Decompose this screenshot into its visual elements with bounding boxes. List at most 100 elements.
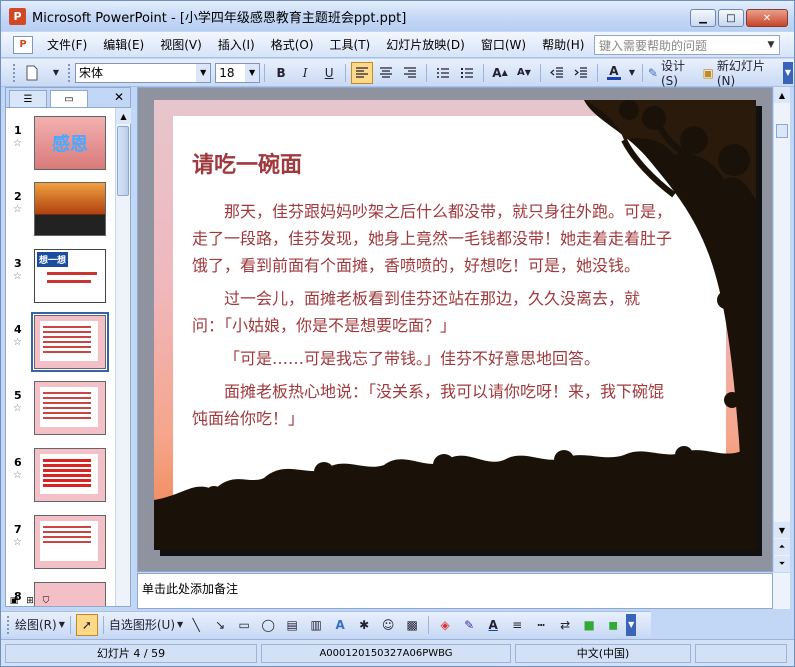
menu-insert[interactable]: 插入(I)	[210, 34, 263, 56]
menu-format[interactable]: 格式(O)	[263, 34, 322, 56]
thumbnail-slide-6[interactable]: 6 ☆	[6, 448, 116, 508]
decrease-font-icon[interactable]: A ▼	[513, 62, 535, 84]
toolbar-grip[interactable]	[13, 63, 16, 82]
menu-slideshow[interactable]: 幻灯片放映(D)	[378, 34, 473, 56]
scroll-up-icon[interactable]: ▲	[774, 87, 790, 103]
scrollbar-thumb[interactable]	[117, 126, 129, 196]
rectangle-icon[interactable]: ▭	[233, 614, 255, 636]
slideshow-icon[interactable]: ⛉	[39, 595, 53, 607]
textbox-icon[interactable]: ▤	[281, 614, 303, 636]
font-color-icon[interactable]: A	[603, 62, 625, 84]
autoshapes-button[interactable]: 自选图形(U) ▼	[109, 614, 183, 636]
slide-sorter-icon[interactable]: ⊞	[23, 595, 37, 607]
new-file-icon[interactable]	[21, 62, 43, 84]
chevron-down-icon[interactable]: ▼	[763, 36, 779, 54]
slide-body-text[interactable]: 那天，佳芬跟妈妈吵架之后什么都没带，就只身往外跑。可是，走了一段路，佳芬发现，她…	[192, 198, 672, 438]
slide-paragraph: 那天，佳芬跟妈妈吵架之后什么都没带，就只身往外跑。可是，走了一段路，佳芬发现，她…	[192, 202, 673, 275]
draw-menu-button[interactable]: 绘图(R) ▼	[15, 614, 65, 636]
notes-scrollbar[interactable]	[773, 573, 790, 609]
chevron-down-icon[interactable]: ▼	[245, 63, 260, 82]
design-button[interactable]: ✎ 设计(S)	[648, 59, 701, 88]
thumbnail-image: 感恩	[34, 116, 106, 170]
underline-button[interactable]: U	[318, 62, 340, 84]
font-name-select[interactable]: 宋体 ▼	[74, 62, 212, 83]
fill-color-icon[interactable]: ◈	[434, 614, 456, 636]
scroll-down-icon[interactable]: ▼	[774, 522, 790, 538]
window-title: Microsoft PowerPoint - [小学四年级感恩教育主题班会ppt…	[32, 10, 407, 26]
line-icon[interactable]: ╲	[185, 614, 207, 636]
vertical-textbox-icon[interactable]: ▥	[305, 614, 327, 636]
select-pointer-icon[interactable]: ➚	[75, 613, 98, 636]
dash-style-icon[interactable]: ┅	[530, 614, 552, 636]
chevron-down-icon[interactable]: ▼	[196, 63, 211, 82]
help-search-input[interactable]: 键入需要帮助的问题 ▼	[594, 35, 780, 55]
thumbnail-slide-2[interactable]: 2 ☆	[6, 182, 116, 242]
thumbnail-slide-3[interactable]: 3 ☆ 想一想	[6, 249, 116, 309]
3d-icon[interactable]: ◼	[602, 614, 624, 636]
thumbnail-title: 感恩	[52, 134, 88, 155]
bullet-list-icon[interactable]	[456, 62, 478, 84]
toolbar-grip[interactable]	[7, 615, 10, 634]
thumbnail-slide-7[interactable]: 7 ☆	[6, 515, 116, 575]
options-dropdown-icon[interactable]: ▼	[45, 62, 67, 84]
next-slide-icon[interactable]: ⏷	[774, 556, 790, 572]
autoshapes-label: 自选图形(U)	[108, 618, 176, 632]
normal-view-icon[interactable]: ▣	[7, 595, 21, 607]
tab-outline[interactable]: ☰	[9, 90, 47, 107]
font-color-icon[interactable]: A	[482, 614, 504, 636]
scrollbar-thumb[interactable]	[776, 124, 788, 138]
minimize-button[interactable]: ▁	[690, 9, 716, 27]
close-pane-icon[interactable]: ✕	[114, 90, 124, 104]
tab-slides[interactable]: ▭	[50, 90, 88, 107]
toolbar-grip-2[interactable]	[67, 63, 71, 82]
menu-file[interactable]: 文件(F)	[39, 34, 95, 56]
oval-icon[interactable]: ◯	[257, 614, 279, 636]
notes-pane[interactable]: 单击此处添加备注	[137, 573, 773, 609]
maximize-button[interactable]: □	[718, 9, 744, 27]
align-center-button[interactable]	[375, 62, 397, 84]
wordart-icon[interactable]: A	[329, 614, 351, 636]
thumbnail-slide-5[interactable]: 5 ☆	[6, 381, 116, 441]
increase-indent-icon[interactable]	[570, 62, 592, 84]
align-left-button[interactable]	[351, 61, 374, 84]
slide-paragraph: 面摊老板热心地说：「没关系，我可以请你吃呀！来，我下碗馄饨面给你吃！」	[192, 382, 665, 428]
clipart-icon[interactable]: ☺	[377, 614, 399, 636]
previous-slide-icon[interactable]: ⏶	[774, 539, 790, 555]
new-slide-button[interactable]: ▣ 新幻灯片(N)	[702, 59, 780, 88]
menu-view[interactable]: 视图(V)	[152, 34, 210, 56]
menu-tools[interactable]: 工具(T)	[322, 34, 379, 56]
arrow-icon[interactable]: ↘	[209, 614, 231, 636]
diagram-icon[interactable]: ✱	[353, 614, 375, 636]
scroll-up-icon[interactable]: ▲	[116, 108, 131, 124]
chevron-down-icon[interactable]: ▼	[627, 62, 637, 84]
numbered-list-icon[interactable]	[432, 62, 454, 84]
slide-editing-area: 请吃一碗面 那天，佳芬跟妈妈吵架之后什么都没带，就只身往外跑。可是，走了一段路，…	[137, 87, 773, 572]
slide-title[interactable]: 请吃一碗面	[192, 147, 302, 179]
menu-edit[interactable]: 编辑(E)	[95, 34, 152, 56]
document-icon[interactable]: P	[13, 35, 33, 54]
shadow-icon[interactable]: ■	[578, 614, 600, 636]
font-size-select[interactable]: 18 ▼	[215, 62, 261, 83]
current-slide[interactable]: 请吃一碗面 那天，佳芬跟妈妈吵架之后什么都没带，就只身往外跑。可是，走了一段路，…	[154, 100, 756, 550]
toolbar-overflow-icon[interactable]: ▼	[782, 61, 793, 84]
increase-font-icon[interactable]: A ▲	[489, 62, 511, 84]
close-button[interactable]: ✕	[746, 9, 788, 27]
transition-star-icon: ☆	[13, 337, 22, 348]
align-right-button[interactable]	[399, 62, 421, 84]
decrease-indent-icon[interactable]	[546, 62, 568, 84]
italic-button[interactable]: I	[294, 62, 316, 84]
slide-scrollbar[interactable]: ▲ ▼ ⏶ ⏷	[773, 87, 790, 572]
toolbar-overflow-icon[interactable]: ▼	[626, 613, 637, 636]
thumbnail-slide-1[interactable]: 1 ☆ 感恩	[6, 116, 116, 176]
bold-button[interactable]: B	[270, 62, 292, 84]
line-style-icon[interactable]: ≡	[506, 614, 528, 636]
picture-icon[interactable]: ▩	[401, 614, 423, 636]
slide-number: 4	[14, 323, 22, 336]
powerpoint-app-icon[interactable]: P	[9, 7, 26, 25]
line-color-icon[interactable]: ✎	[458, 614, 480, 636]
menu-help[interactable]: 帮助(H)	[534, 34, 592, 56]
arrow-style-icon[interactable]: ⇄	[554, 614, 576, 636]
thumbnails-scrollbar[interactable]: ▲	[115, 108, 131, 606]
menu-window[interactable]: 窗口(W)	[473, 34, 534, 56]
thumbnail-slide-4[interactable]: 4 ☆	[6, 312, 116, 375]
